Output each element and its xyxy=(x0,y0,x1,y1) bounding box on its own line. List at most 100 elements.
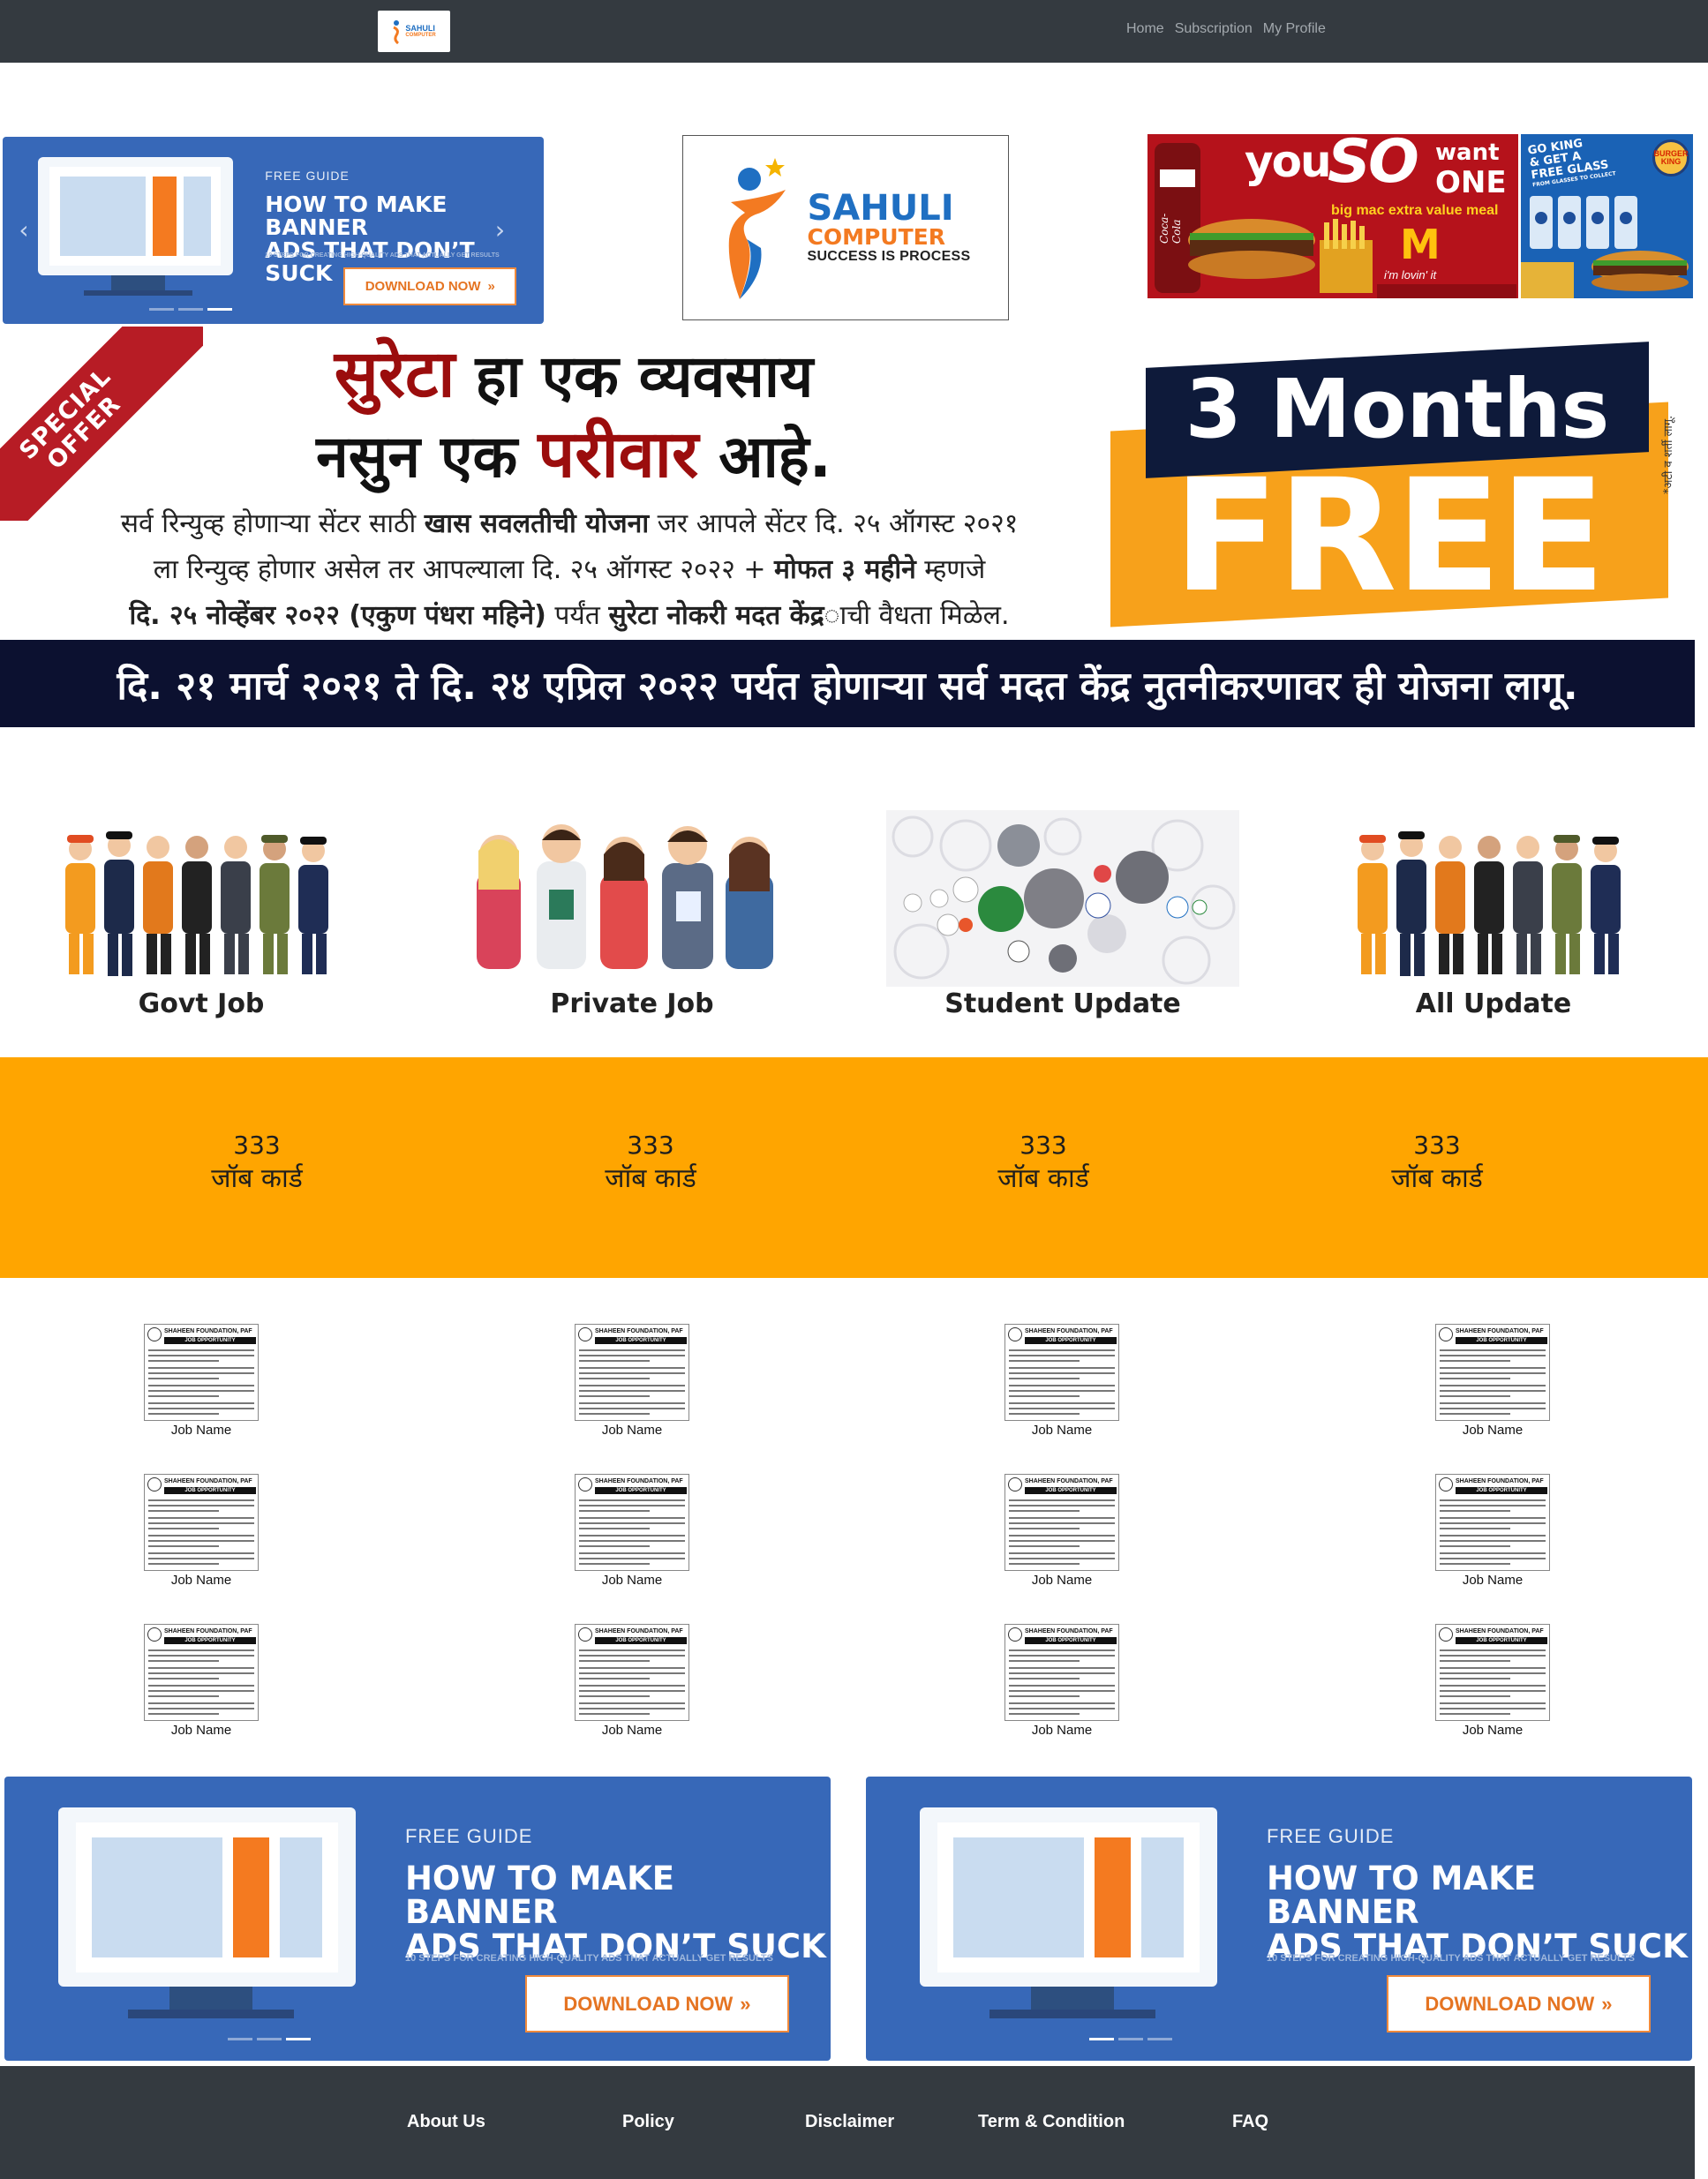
job-card[interactable]: SHAHEEN FOUNDATION, PAF JOB OPPORTUNITY Jo… xyxy=(1435,1324,1550,1438)
stat-job-card-3: 333 जॉब कार्ड xyxy=(946,1130,1140,1197)
poster-text-line xyxy=(579,1499,685,1501)
navbar-logo[interactable]: SAHULI COMPUTER xyxy=(378,11,450,52)
poster-title-bar: JOB OPPORTUNITY xyxy=(1456,1337,1547,1344)
category-private-job[interactable]: Private Job xyxy=(455,810,809,1022)
job-poster-thumbnail[interactable]: SHAHEEN FOUNDATION, PAF JOB OPPORTUNITY xyxy=(575,1324,689,1421)
foundation-logo-icon xyxy=(1439,1327,1453,1341)
foundation-logo-icon xyxy=(1439,1477,1453,1491)
job-poster-thumbnail[interactable]: SHAHEEN FOUNDATION, PAF JOB OPPORTUNITY xyxy=(1435,1474,1550,1571)
stat-value: 333 xyxy=(627,1131,674,1160)
mcdonalds-ad[interactable]: you SO want ONE big mac extra value meal… xyxy=(1147,134,1518,298)
free-guide-banner-top[interactable]: ‹ › FREE GUIDE HOW TO MAKE BANNER ADS TH… xyxy=(3,137,544,324)
nav-home-link[interactable]: Home xyxy=(1126,21,1164,37)
job-name-label: Job Name xyxy=(601,1573,663,1588)
poster-text-line xyxy=(1440,1372,1546,1374)
job-poster-thumbnail[interactable]: SHAHEEN FOUNDATION, PAF JOB OPPORTUNITY xyxy=(144,1324,259,1421)
double-chevron-icon: » xyxy=(487,279,495,295)
carousel-dot[interactable] xyxy=(256,2038,282,2041)
job-card[interactable]: SHAHEEN FOUNDATION, PAF JOB OPPORTUNITY Jo… xyxy=(575,1324,689,1438)
carousel-dot[interactable] xyxy=(227,2038,252,2041)
poster-text-line xyxy=(148,1672,254,1674)
job-poster-thumbnail[interactable]: SHAHEEN FOUNDATION, PAF JOB OPPORTUNITY xyxy=(1004,1624,1119,1721)
footer-term-condition-link[interactable]: Term & Condition xyxy=(978,2112,1125,2132)
carousel-dot[interactable] xyxy=(1147,2038,1172,2041)
top-navbar: SAHULI COMPUTER Home Subscription My Pro… xyxy=(0,0,1708,63)
free-guide-banner-bottom-left[interactable]: FREE GUIDE HOW TO MAKE BANNER ADS THAT D… xyxy=(4,1777,831,2061)
job-card[interactable]: SHAHEEN FOUNDATION, PAF JOB OPPORTUNITY Jo… xyxy=(1435,1474,1550,1588)
guide-title: HOW TO MAKE BANNER ADS THAT DON’T SUCK xyxy=(405,1861,831,1965)
poster-text-line xyxy=(1009,1528,1080,1529)
poster-text-line xyxy=(1440,1563,1510,1565)
carousel-dot[interactable] xyxy=(148,308,174,312)
job-name-label: Job Name xyxy=(1462,1573,1524,1588)
job-card[interactable]: SHAHEEN FOUNDATION, PAF JOB OPPORTUNITY Jo… xyxy=(1004,1474,1119,1588)
download-now-label: DOWNLOAD NOW xyxy=(365,279,481,295)
terms-note: *अटी व शर्ती लागू. xyxy=(1662,415,1675,494)
job-card[interactable]: SHAHEEN FOUNDATION, PAF JOB OPPORTUNITY Jo… xyxy=(575,1624,689,1738)
double-chevron-icon: » xyxy=(1601,1992,1613,2015)
screen-column xyxy=(280,1837,322,1957)
job-card[interactable]: SHAHEEN FOUNDATION, PAF JOB OPPORTUNITY Jo… xyxy=(1435,1624,1550,1738)
carousel-prev-icon[interactable]: ‹ xyxy=(19,215,28,244)
category-all-update[interactable]: All Update xyxy=(1317,810,1670,1022)
job-card[interactable]: SHAHEEN FOUNDATION, PAF JOB OPPORTUNITY Jo… xyxy=(575,1474,689,1588)
carousel-dot[interactable] xyxy=(1117,2038,1143,2041)
poster-text-line xyxy=(1009,1402,1115,1404)
free-guide-banner-bottom-right[interactable]: FREE GUIDE HOW TO MAKE BANNER ADS THAT D… xyxy=(866,1777,1692,2061)
poster-title-bar: JOB OPPORTUNITY xyxy=(1025,1637,1117,1644)
carousel-dot[interactable] xyxy=(177,308,203,312)
poster-text-line xyxy=(148,1499,254,1501)
download-now-button[interactable]: DOWNLOAD NOW » xyxy=(1386,1975,1652,2032)
job-poster-thumbnail[interactable]: SHAHEEN FOUNDATION, PAF JOB OPPORTUNITY xyxy=(1004,1474,1119,1571)
carousel-dot-active[interactable] xyxy=(207,308,232,312)
job-poster-thumbnail[interactable]: SHAHEEN FOUNDATION, PAF JOB OPPORTUNITY xyxy=(144,1624,259,1721)
poster-text-line xyxy=(1440,1522,1546,1524)
footer-policy-link[interactable]: Policy xyxy=(622,2112,674,2132)
job-poster-thumbnail[interactable]: SHAHEEN FOUNDATION, PAF JOB OPPORTUNITY xyxy=(144,1474,259,1571)
foundation-logo-icon xyxy=(147,1477,162,1491)
category-student-update[interactable]: Student Update xyxy=(886,810,1239,1022)
poster-text-line xyxy=(148,1360,219,1362)
stats-band: 333 जॉब कार्ड 333 जॉब कार्ड 333 जॉब कार्ड 3… xyxy=(0,1057,1708,1278)
download-now-label: DOWNLOAD NOW xyxy=(1425,1992,1595,2015)
footer-about-us-link[interactable]: About Us xyxy=(407,2112,485,2132)
job-poster-thumbnail[interactable]: SHAHEEN FOUNDATION, PAF JOB OPPORTUNITY xyxy=(1435,1324,1550,1421)
footer-disclaimer-link[interactable]: Disclaimer xyxy=(805,2112,894,2132)
job-card[interactable]: SHAHEEN FOUNDATION, PAF JOB OPPORTUNITY Jo… xyxy=(144,1324,259,1438)
job-card[interactable]: SHAHEEN FOUNDATION, PAF JOB OPPORTUNITY Jo… xyxy=(144,1474,259,1588)
poster-text-line xyxy=(148,1558,254,1559)
three-months-free-badge: 3 Months FREE xyxy=(1110,342,1672,627)
poster-text-line xyxy=(148,1355,254,1356)
job-card[interactable]: SHAHEEN FOUNDATION, PAF JOB OPPORTUNITY Jo… xyxy=(1004,1324,1119,1438)
burger-king-ad[interactable]: GO KING & GET A FREE GLASS FROM GLASSES … xyxy=(1521,134,1693,298)
nav-my-profile-link[interactable]: My Profile xyxy=(1263,21,1326,37)
category-label: All Update xyxy=(1415,988,1572,1019)
nav-subscription-link[interactable]: Subscription xyxy=(1175,21,1253,37)
poster-text-line xyxy=(1440,1378,1510,1379)
poster-text-line xyxy=(1440,1649,1546,1651)
poster-text-line xyxy=(579,1535,685,1537)
poster-header: SHAHEEN FOUNDATION, PAF xyxy=(595,1478,683,1484)
job-poster-thumbnail[interactable]: SHAHEEN FOUNDATION, PAF JOB OPPORTUNITY xyxy=(1435,1624,1550,1721)
job-poster-thumbnail[interactable]: SHAHEEN FOUNDATION, PAF JOB OPPORTUNITY xyxy=(1004,1324,1119,1421)
poster-text-line xyxy=(148,1413,219,1415)
poster-text-line xyxy=(148,1545,219,1547)
footer-faq-link[interactable]: FAQ xyxy=(1232,2112,1268,2132)
download-now-button[interactable]: DOWNLOAD NOW » xyxy=(343,267,517,305)
download-now-button[interactable]: DOWNLOAD NOW » xyxy=(524,1975,790,2032)
screen-column xyxy=(59,177,146,256)
poster-title-bar: JOB OPPORTUNITY xyxy=(164,1337,256,1344)
job-card[interactable]: SHAHEEN FOUNDATION, PAF JOB OPPORTUNITY Jo… xyxy=(144,1624,259,1738)
carousel-dot-active[interactable] xyxy=(285,2038,311,2041)
job-poster-thumbnail[interactable]: SHAHEEN FOUNDATION, PAF JOB OPPORTUNITY xyxy=(575,1624,689,1721)
category-govt-job[interactable]: Govt Job xyxy=(25,810,378,1022)
job-poster-thumbnail[interactable]: SHAHEEN FOUNDATION, PAF JOB OPPORTUNITY xyxy=(575,1474,689,1571)
poster-text-line xyxy=(1009,1360,1080,1362)
poster-header: SHAHEEN FOUNDATION, PAF xyxy=(1025,1478,1113,1484)
carousel-dot-active[interactable] xyxy=(1088,2038,1114,2041)
poster-text-line xyxy=(148,1708,254,1709)
ad-slogan: i'm lovin' it xyxy=(1384,268,1437,282)
poster-text-line xyxy=(148,1385,254,1386)
job-card[interactable]: SHAHEEN FOUNDATION, PAF JOB OPPORTUNITY Jo… xyxy=(1004,1624,1119,1738)
navbar-logo-line1: SAHULI xyxy=(405,23,435,33)
